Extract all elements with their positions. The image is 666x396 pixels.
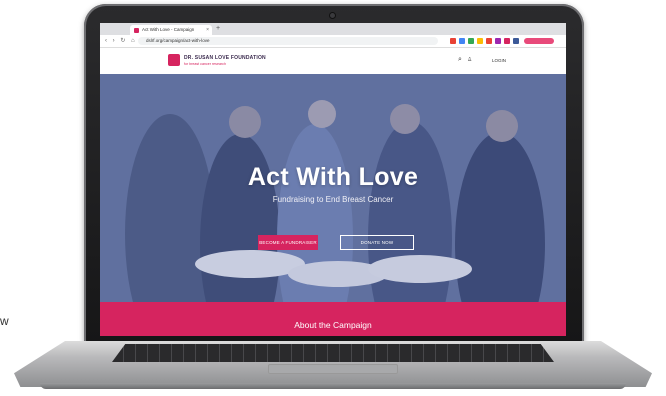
donate-now-button[interactable]: DONATE NOW: [340, 235, 414, 250]
hero-banner: Act With Love Fundraising to End Breast …: [100, 74, 566, 302]
logo-tagline: for breast cancer research: [184, 62, 226, 66]
site-header: DR. SUSAN LOVE FOUNDATION for breast can…: [100, 48, 566, 75]
extension-icon[interactable]: [477, 38, 483, 44]
foundation-logo-icon[interactable]: [168, 54, 180, 66]
user-icon[interactable]: ♙: [467, 56, 478, 63]
logo-name[interactable]: DR. SUSAN LOVE FOUNDATION: [184, 55, 266, 61]
favicon-icon: [134, 28, 139, 33]
header-icons: ⌕♙: [458, 56, 478, 64]
about-section: About the Campaign: [100, 302, 566, 336]
browser-tab[interactable]: Act With Love - Campaign ×: [130, 25, 212, 35]
hero-subtitle: Fundraising to End Breast Cancer: [272, 195, 394, 204]
crowd-head: [229, 106, 261, 138]
hero-title: Act With Love: [247, 163, 419, 191]
tab-title: Act With Love - Campaign: [142, 27, 195, 32]
about-section-title: About the Campaign: [294, 320, 372, 330]
extension-icon[interactable]: [504, 38, 510, 44]
laptop-lid: Act With Love - Campaign × + ‹ › ↻ ⌂ dsl…: [84, 4, 584, 344]
tutu-skirt: [368, 255, 472, 283]
become-fundraiser-button[interactable]: BECOME A FUNDRAISER: [258, 235, 318, 250]
browser-toolbar: ‹ › ↻ ⌂ dslrf.org/campaign/act-with-love: [100, 35, 566, 48]
navigation-buttons[interactable]: ‹ › ↻ ⌂: [105, 35, 137, 47]
extension-icon[interactable]: [513, 38, 519, 44]
extension-icon[interactable]: [486, 38, 492, 44]
laptop-keyboard: [112, 344, 554, 362]
address-bar[interactable]: dslrf.org/campaign/act-with-love: [138, 37, 438, 45]
laptop-screen: Act With Love - Campaign × + ‹ › ↻ ⌂ dsl…: [100, 23, 566, 336]
camera-icon: [330, 13, 335, 18]
extension-icon[interactable]: [450, 38, 456, 44]
tab-close-icon[interactable]: ×: [206, 25, 209, 35]
search-icon[interactable]: ⌕: [458, 56, 467, 63]
extension-icon[interactable]: [459, 38, 465, 44]
laptop-front-lip: [40, 383, 626, 389]
new-tab-button[interactable]: +: [216, 24, 220, 34]
extension-icon[interactable]: [495, 38, 501, 44]
stray-text-fragment: w: [0, 314, 9, 328]
extension-icon[interactable]: [468, 38, 474, 44]
crowd-head: [308, 100, 336, 128]
login-link[interactable]: LOGIN: [492, 58, 506, 63]
profile-icon[interactable]: [524, 38, 554, 44]
crowd-head: [486, 110, 518, 142]
laptop-trackpad: [268, 364, 398, 374]
browser-tab-bar: Act With Love - Campaign × +: [100, 23, 566, 40]
crowd-head: [390, 104, 420, 134]
